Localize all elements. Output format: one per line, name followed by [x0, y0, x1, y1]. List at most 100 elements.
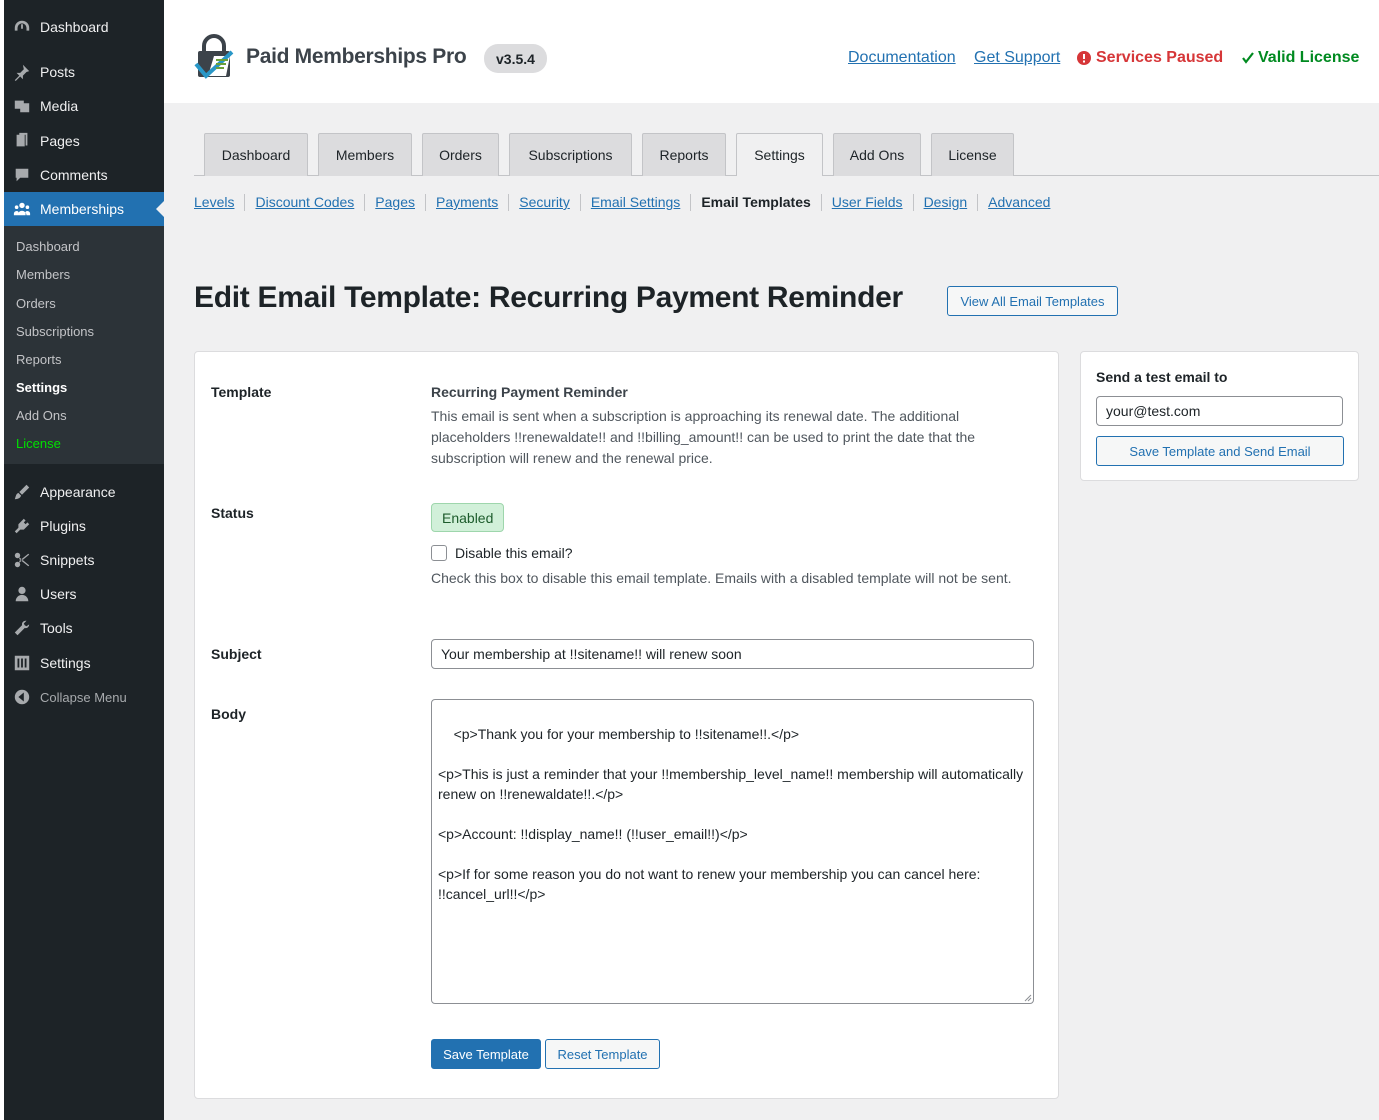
user-icon [12, 584, 32, 604]
collapse-menu-button[interactable]: Collapse Menu [4, 680, 164, 714]
subnav-security[interactable]: Security [519, 194, 570, 210]
email-template-form: Template Recurring Payment Reminder This… [194, 351, 1059, 1099]
subnav-advanced[interactable]: Advanced [988, 194, 1050, 210]
sidebar-item-users[interactable]: Users [4, 577, 164, 611]
test-email-title: Send a test email to [1096, 369, 1228, 385]
template-description: This email is sent when a subscription i… [431, 408, 976, 466]
sidebar-item-snippets[interactable]: Snippets [4, 543, 164, 577]
sidebar-item-label: Snippets [40, 552, 95, 568]
status-badge: Enabled [431, 503, 505, 532]
dashboard-icon [12, 17, 32, 37]
subnav-payments[interactable]: Payments [436, 194, 498, 210]
tab-reports[interactable]: Reports [642, 133, 726, 176]
reset-template-button[interactable]: Reset Template [545, 1039, 660, 1069]
pmpro-logo[interactable]: Paid Memberships Pro [194, 34, 467, 80]
submenu-add-ons[interactable]: Add Ons [16, 408, 67, 423]
sidebar-item-label: Comments [40, 167, 108, 183]
services-status[interactable]: Services Paused [1077, 49, 1223, 67]
tab-settings[interactable]: Settings [736, 133, 823, 176]
submenu-license[interactable]: License [16, 436, 61, 451]
view-all-email-templates-button[interactable]: View All Email Templates [947, 286, 1118, 316]
page-title: Edit Email Template: Recurring Payment R… [194, 281, 903, 314]
submenu-dashboard[interactable]: Dashboard [16, 239, 80, 254]
sidebar-item-label: Users [40, 586, 77, 602]
sidebar-item-label: Settings [40, 655, 91, 671]
subnav-separator [977, 193, 979, 211]
collapse-icon [12, 687, 32, 707]
tab-members[interactable]: Members [318, 133, 412, 176]
body-textarea[interactable]: <p>Thank you for your membership to !!si… [431, 699, 1034, 1004]
sidebar-item-appearance[interactable]: Appearance [4, 475, 164, 509]
plugin-header: Paid Memberships Pro v3.5.4 Documentatio… [164, 0, 1379, 103]
submenu-orders[interactable]: Orders [16, 296, 56, 311]
tab-orders[interactable]: Orders [422, 133, 499, 176]
test-email-panel: Send a test email to your@test.com Save … [1080, 351, 1359, 481]
sidebar-item-plugins[interactable]: Plugins [4, 509, 164, 543]
sidebar-item-label: Dashboard [40, 19, 109, 35]
admin-sidebar: Dashboard Posts Media Pages Comments Mem… [0, 0, 164, 1120]
sidebar-item-pages[interactable]: Pages [4, 124, 164, 158]
paintbrush-icon [12, 482, 32, 502]
subject-label: Subject [211, 646, 262, 662]
template-label: Template [211, 384, 272, 400]
subject-input[interactable]: Your membership at !!sitename!! will ren… [431, 639, 1034, 669]
subnav-levels[interactable]: Levels [194, 194, 234, 210]
tab-dashboard[interactable]: Dashboard [204, 133, 308, 176]
sidebar-item-label: Media [40, 98, 79, 114]
media-icon [12, 96, 32, 116]
sidebar-item-label: Appearance [40, 484, 116, 500]
alert-icon [1077, 51, 1091, 65]
tab-add-ons[interactable]: Add Ons [833, 133, 921, 176]
tab-license[interactable]: License [931, 133, 1014, 176]
plugin-icon [12, 516, 32, 536]
license-status-text: Valid License [1258, 49, 1360, 66]
settings-subnav: Levels Discount Codes Pages Payments Sec… [194, 192, 1050, 212]
save-template-button[interactable]: Save Template [431, 1039, 541, 1069]
tab-subscriptions[interactable]: Subscriptions [509, 133, 632, 176]
sidebar-item-tools[interactable]: Tools [4, 611, 164, 645]
test-email-input[interactable]: your@test.com [1096, 396, 1343, 426]
settings-icon [12, 653, 32, 673]
subnav-discount-codes[interactable]: Discount Codes [255, 194, 354, 210]
license-status[interactable]: Valid License [1242, 49, 1359, 67]
subnav-separator [912, 193, 914, 211]
sidebar-item-label: Pages [40, 133, 80, 149]
resize-handle-icon[interactable] [1023, 993, 1032, 1002]
services-status-text: Services Paused [1096, 49, 1224, 66]
subnav-email-settings[interactable]: Email Settings [591, 194, 680, 210]
version-badge: v3.5.4 [484, 44, 547, 73]
sidebar-item-posts[interactable]: Posts [4, 55, 164, 89]
sidebar-item-label: Tools [40, 620, 73, 636]
padlock-logo-icon [194, 34, 234, 79]
subnav-design[interactable]: Design [924, 194, 968, 210]
logo-text: Paid Memberships Pro [246, 45, 467, 68]
save-and-send-button[interactable]: Save Template and Send Email [1096, 436, 1344, 466]
pages-icon [12, 131, 32, 151]
submenu-settings[interactable]: Settings [16, 380, 67, 395]
sidebar-item-media[interactable]: Media [4, 89, 164, 123]
groups-icon [12, 199, 32, 219]
sidebar-item-dashboard[interactable]: Dashboard [4, 10, 164, 44]
subnav-separator [244, 193, 246, 211]
get-support-link[interactable]: Get Support [974, 49, 1060, 67]
disable-email-checkbox[interactable] [431, 545, 447, 561]
documentation-link[interactable]: Documentation [848, 49, 956, 67]
comment-icon [12, 165, 32, 185]
submenu-members[interactable]: Members [16, 267, 70, 282]
sidebar-item-label: Memberships [40, 201, 125, 217]
sidebar-item-comments[interactable]: Comments [4, 158, 164, 192]
subnav-user-fields[interactable]: User Fields [832, 194, 903, 210]
subnav-email-templates[interactable]: Email Templates [701, 194, 810, 210]
subnav-separator [690, 193, 692, 211]
disable-email-row[interactable]: Disable this email? [431, 545, 573, 561]
sidebar-item-label: Plugins [40, 518, 86, 534]
scissors-icon [12, 550, 32, 570]
subnav-pages[interactable]: Pages [375, 194, 415, 210]
submenu-subscriptions[interactable]: Subscriptions [16, 324, 94, 339]
sidebar-item-settings[interactable]: Settings [4, 646, 164, 680]
body-label: Body [211, 706, 246, 722]
sidebar-item-memberships[interactable]: Memberships [4, 192, 164, 226]
submenu-reports[interactable]: Reports [16, 352, 62, 367]
sidebar-item-label: Posts [40, 64, 76, 80]
wrench-icon [12, 618, 32, 638]
